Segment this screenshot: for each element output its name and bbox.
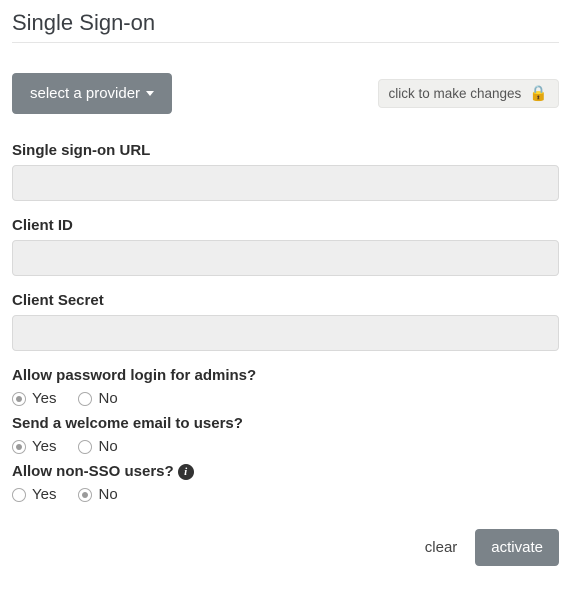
password-login-section: Allow password login for admins? Yes No: [12, 367, 559, 407]
non-sso-no-radio[interactable]: [78, 488, 92, 502]
non-sso-no[interactable]: No: [78, 486, 117, 503]
client-id-field: Client ID: [12, 217, 559, 276]
non-sso-question-text: Allow non-SSO users?: [12, 463, 174, 480]
welcome-email-no[interactable]: No: [78, 438, 117, 455]
non-sso-question: Allow non-SSO users? i: [12, 463, 559, 480]
password-login-question: Allow password login for admins?: [12, 367, 559, 384]
welcome-email-yes[interactable]: Yes: [12, 438, 56, 455]
info-icon[interactable]: i: [178, 464, 194, 480]
welcome-email-section: Send a welcome email to users? Yes No: [12, 415, 559, 455]
client-secret-label: Client Secret: [12, 292, 559, 309]
password-login-yes-radio[interactable]: [12, 392, 26, 406]
client-id-label: Client ID: [12, 217, 559, 234]
activate-button[interactable]: activate: [475, 529, 559, 566]
client-secret-field: Client Secret: [12, 292, 559, 351]
select-provider-label: select a provider: [30, 85, 140, 102]
edit-lock-badge[interactable]: click to make changes 🔒: [378, 79, 560, 108]
select-provider-button[interactable]: select a provider: [12, 73, 172, 114]
welcome-email-yes-label: Yes: [32, 438, 56, 455]
password-login-yes[interactable]: Yes: [12, 390, 56, 407]
welcome-email-no-label: No: [98, 438, 117, 455]
non-sso-yes-radio[interactable]: [12, 488, 26, 502]
welcome-email-yes-radio[interactable]: [12, 440, 26, 454]
sso-url-label: Single sign-on URL: [12, 142, 559, 159]
password-login-yes-label: Yes: [32, 390, 56, 407]
footer: clear activate: [12, 529, 559, 566]
non-sso-no-label: No: [98, 486, 117, 503]
top-row: select a provider click to make changes …: [12, 73, 559, 114]
password-login-no[interactable]: No: [78, 390, 117, 407]
non-sso-section: Allow non-SSO users? i Yes No: [12, 463, 559, 503]
welcome-email-question: Send a welcome email to users?: [12, 415, 559, 432]
password-login-options: Yes No: [12, 390, 559, 407]
client-id-input[interactable]: [12, 240, 559, 276]
non-sso-yes-label: Yes: [32, 486, 56, 503]
non-sso-yes[interactable]: Yes: [12, 486, 56, 503]
password-login-no-radio[interactable]: [78, 392, 92, 406]
non-sso-options: Yes No: [12, 486, 559, 503]
sso-url-input[interactable]: [12, 165, 559, 201]
welcome-email-no-radio[interactable]: [78, 440, 92, 454]
page-title: Single Sign-on: [12, 10, 559, 43]
welcome-email-options: Yes No: [12, 438, 559, 455]
clear-button[interactable]: clear: [425, 539, 458, 556]
chevron-down-icon: [146, 91, 154, 96]
client-secret-input[interactable]: [12, 315, 559, 351]
lock-icon: 🔒: [529, 86, 548, 101]
sso-url-field: Single sign-on URL: [12, 142, 559, 201]
edit-lock-text: click to make changes: [389, 86, 522, 101]
password-login-no-label: No: [98, 390, 117, 407]
